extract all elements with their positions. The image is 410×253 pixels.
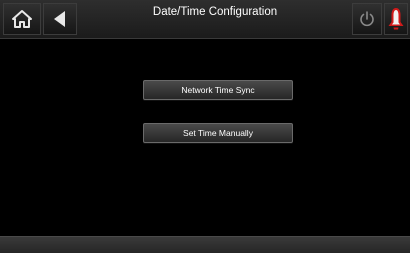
back-arrow-icon [54,11,65,27]
power-button[interactable] [352,3,382,35]
back-button[interactable] [43,3,77,35]
bottom-bar [0,236,410,253]
home-icon [12,10,32,28]
alarm-button[interactable] [384,3,408,35]
page-title: Date/Time Configuration [152,6,278,18]
top-bar: Date/Time Configuration [0,0,410,39]
home-button[interactable] [3,3,41,35]
main-panel: Network Time Sync Set Time Manually [0,39,410,235]
network-time-sync-button[interactable]: Network Time Sync [143,80,293,100]
alarm-bell-icon [388,8,404,30]
set-time-manually-button[interactable]: Set Time Manually [143,123,293,143]
power-icon [360,11,374,27]
